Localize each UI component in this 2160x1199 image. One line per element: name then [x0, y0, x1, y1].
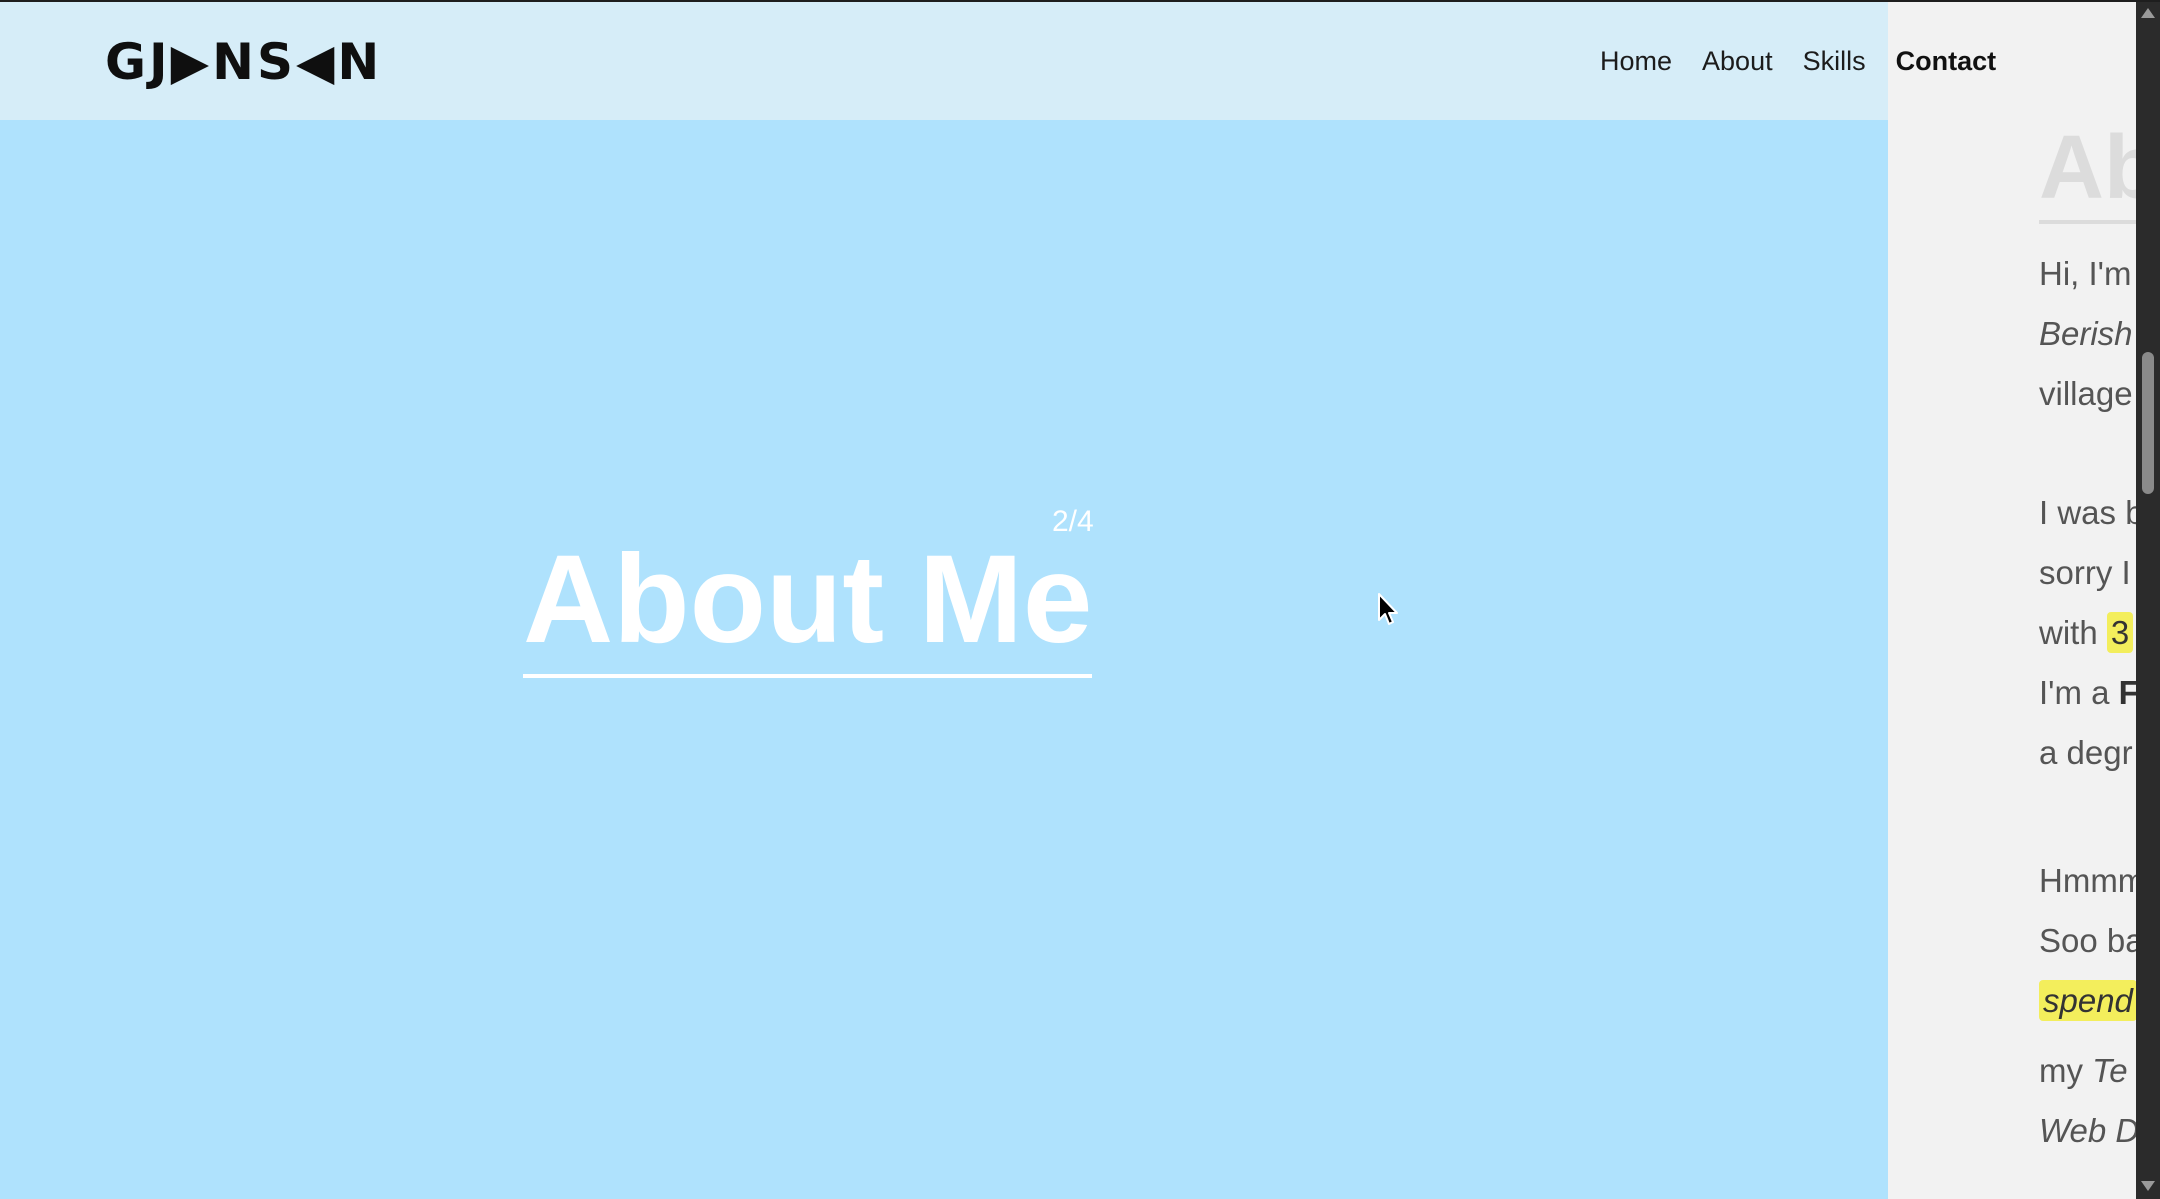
about-text-line: sorry I — [2039, 554, 2131, 591]
about-text-italic: Te — [2092, 1052, 2128, 1089]
site-logo[interactable]: GJ▶NS◀N — [105, 32, 382, 92]
hero-panel: 2/4 About Me — [0, 0, 1888, 1199]
scrollbar-thumb[interactable] — [2142, 352, 2154, 494]
about-text-line: my Te — [2039, 1051, 2128, 1091]
window-top-border — [0, 0, 2160, 2]
about-text-italic: Web D — [2039, 1112, 2136, 1149]
hero-title: About Me — [523, 530, 1093, 678]
nav-link-contact[interactable]: Contact — [1896, 46, 1997, 77]
nav-link-skills[interactable]: Skills — [1803, 46, 1866, 77]
about-text-line: village — [2039, 375, 2133, 412]
about-text-line: I'm a F — [2039, 673, 2136, 713]
about-text-bold: F — [2118, 674, 2136, 711]
scroll-up-arrow-icon[interactable] — [2141, 8, 2155, 18]
mouse-pointer-icon — [1378, 593, 1398, 625]
about-text-line: Soo ba — [2039, 922, 2136, 959]
about-heading: Ab — [2039, 118, 2136, 224]
about-text-line: Web D — [2039, 1111, 2136, 1151]
scrollbar[interactable] — [2136, 0, 2160, 1199]
about-text-italic: spend — [2043, 982, 2133, 1019]
about-text-italic: Berish — [2039, 315, 2133, 352]
scroll-down-arrow-icon[interactable] — [2141, 1181, 2155, 1191]
about-text-span: with — [2039, 614, 2107, 651]
page: 2/4 About Me GJ▶NS◀N Home About Skills C… — [0, 0, 2160, 1199]
about-text-span: I'm a — [2039, 674, 2119, 711]
about-text-panel: Ab Hi, I'm Berish village I was b sorry … — [1888, 0, 2136, 1199]
about-highlight: spend — [2039, 980, 2136, 1021]
nav-link-about[interactable]: About — [1702, 46, 1773, 77]
nav-link-home[interactable]: Home — [1600, 46, 1672, 77]
about-text-line: Hi, I'm — [2039, 255, 2132, 292]
main-nav: Home About Skills Contact — [1600, 2, 2160, 120]
about-text-line: I was b — [2039, 494, 2136, 531]
about-highlight: 3 — [2106, 612, 2134, 653]
about-text-line: Hmmm — [2039, 862, 2136, 899]
about-text-line: Berish — [2039, 314, 2133, 354]
about-text-line: spend — [2039, 980, 2136, 1021]
about-text-line: a degr — [2039, 734, 2133, 771]
about-text-line: with 3 — [2039, 612, 2134, 653]
about-text-span: my — [2039, 1052, 2093, 1089]
